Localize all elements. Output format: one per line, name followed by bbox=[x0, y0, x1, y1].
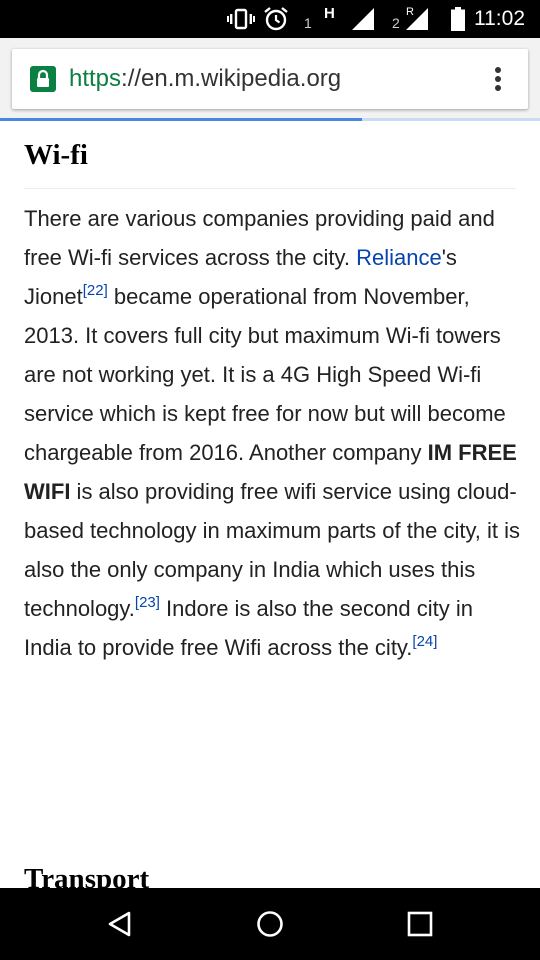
browser-toolbar: https://en.m.wikipedia.org bbox=[0, 38, 540, 120]
recents-icon[interactable] bbox=[396, 900, 444, 948]
network-type-label: H bbox=[324, 5, 335, 22]
paragraph-text: became operational from November, 2013. … bbox=[24, 284, 506, 465]
signal-roaming-icon bbox=[404, 0, 430, 38]
heading-divider bbox=[24, 188, 516, 189]
reference-link-22[interactable]: [22] bbox=[83, 282, 108, 299]
section-heading-transport[interactable]: Transport bbox=[24, 863, 149, 888]
system-nav-bar bbox=[0, 888, 540, 960]
more-vert-icon[interactable] bbox=[484, 65, 512, 93]
back-icon[interactable] bbox=[96, 900, 144, 948]
signal-icon bbox=[350, 0, 376, 38]
status-bar: 1 H 2 R 11:02 bbox=[0, 0, 540, 38]
section-heading-wifi[interactable]: Wi-fi bbox=[24, 139, 88, 172]
lock-icon[interactable] bbox=[30, 66, 56, 92]
url-scheme: https bbox=[69, 65, 122, 92]
vibrate-icon bbox=[226, 0, 256, 38]
article-content: Wi-fi There are various companies provid… bbox=[0, 121, 540, 888]
sim1-label: 1 bbox=[304, 15, 312, 31]
wifi-paragraph: There are various companies providing pa… bbox=[24, 199, 524, 667]
url-domain: ://en.m.wikipedia.org bbox=[121, 65, 342, 92]
sim2-label: 2 bbox=[392, 15, 400, 31]
battery-icon bbox=[450, 0, 466, 38]
url-text[interactable]: https://en.m.wikipedia.org bbox=[69, 49, 341, 109]
reference-link-24[interactable]: [24] bbox=[412, 633, 437, 650]
alarm-icon bbox=[262, 0, 290, 38]
url-bar[interactable]: https://en.m.wikipedia.org bbox=[12, 49, 528, 109]
link-reliance[interactable]: Reliance bbox=[356, 245, 442, 270]
reference-link-23[interactable]: [23] bbox=[135, 594, 160, 611]
home-icon[interactable] bbox=[246, 900, 294, 948]
clock: 11:02 bbox=[474, 7, 525, 30]
